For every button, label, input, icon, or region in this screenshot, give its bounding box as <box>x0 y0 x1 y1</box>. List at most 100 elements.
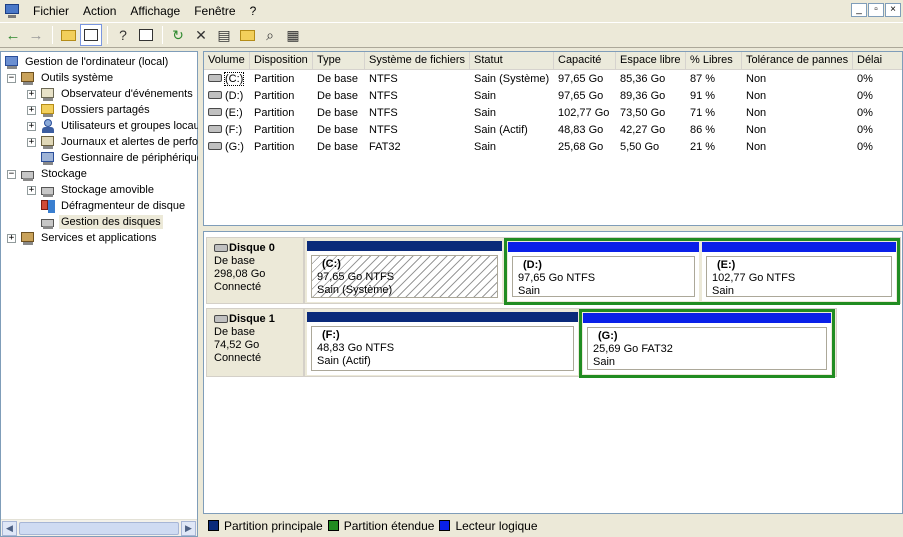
volume-cell: (D:) <box>204 88 250 105</box>
forward-icon[interactable]: → <box>25 24 47 46</box>
drive-icon <box>208 125 222 134</box>
shared-folder-icon <box>40 102 56 118</box>
table-row[interactable]: (G:) Partition De base FAT32 Sain 25,68 … <box>204 139 902 156</box>
column-header-delai[interactable]: Délai <box>853 52 902 70</box>
partition-size: 48,83 Go NTFS <box>317 342 395 354</box>
type-cell: De base <box>317 107 358 119</box>
toolbar-separator <box>52 26 53 44</box>
scroll-right-icon[interactable]: ▶ <box>181 521 196 536</box>
partition-g[interactable]: (G:) 25,69 Go FAT32 Sain <box>583 313 831 374</box>
tree-label: Gestion de l'ordinateur (local) <box>25 56 169 68</box>
table-row[interactable]: (D:) Partition De base NTFS Sain 97,65 G… <box>204 88 902 105</box>
expand-icon[interactable]: + <box>27 121 36 131</box>
tree-label: Services et applications <box>41 232 157 244</box>
column-header-filesystem[interactable]: Système de fichiers <box>365 52 470 70</box>
computer-management-icon[interactable] <box>4 3 20 19</box>
partition-status: Sain (Système) <box>317 284 393 296</box>
tree-item-root[interactable]: Gestion de l'ordinateur (local) <box>4 54 170 70</box>
expand-icon[interactable]: + <box>7 233 16 243</box>
statut-cell: Sain (Actif) <box>474 124 528 136</box>
partition-d[interactable]: (D:) 97,65 Go NTFS Sain <box>508 242 699 301</box>
delai-cell: 0% <box>857 73 873 85</box>
tree-item-stockage[interactable]: − Stockage <box>7 166 89 182</box>
expand-icon[interactable]: + <box>27 185 36 195</box>
defrag-icon <box>40 198 56 214</box>
column-header-disposition[interactable]: Disposition <box>250 52 313 70</box>
disk-row: Disque 1 De base 74,52 Go Connecté (F:) … <box>204 308 902 378</box>
column-header-type[interactable]: Type <box>313 52 365 70</box>
menu-help[interactable]: ? <box>243 2 264 20</box>
partition-status: Sain <box>518 285 541 297</box>
column-header-capacite[interactable]: Capacité <box>554 52 616 70</box>
tree-item-observateur[interactable]: + Observateur d'événements <box>27 86 195 102</box>
column-header-statut[interactable]: Statut <box>470 52 554 70</box>
close-button[interactable]: × <box>885 3 901 17</box>
tree-item-dossiers-partages[interactable]: + Dossiers partagés <box>27 102 152 118</box>
export-icon[interactable]: ▤ <box>213 24 235 46</box>
statut-cell: Sain (Système) <box>474 73 550 85</box>
menu-fenetre[interactable]: Fenêtre <box>187 2 242 20</box>
expand-icon[interactable]: + <box>27 137 36 147</box>
disk-properties-icon[interactable]: ▦ <box>282 24 304 46</box>
delai-cell: 0% <box>857 141 873 153</box>
tree-horizontal-scrollbar[interactable]: ◀ ▶ <box>1 519 197 536</box>
disk-info-panel[interactable]: Disque 1 De base 74,52 Go Connecté <box>206 308 304 377</box>
tree-item-services[interactable]: + Services et applications <box>7 230 159 246</box>
menu-affichage[interactable]: Affichage <box>123 2 187 20</box>
tree-item-defragmenteur[interactable]: Défragmenteur de disque <box>27 198 187 214</box>
tree-item-gestionnaire[interactable]: Gestionnaire de périphériques <box>27 150 210 166</box>
tree-item-stockage-amovible[interactable]: + Stockage amovible <box>27 182 156 198</box>
tree-item-outils-systeme[interactable]: − Outils système <box>7 70 115 86</box>
capacite-cell: 25,68 Go <box>558 141 604 153</box>
pct-libres-cell: 87 % <box>690 73 716 85</box>
disk-info-panel[interactable]: Disque 0 De base 298,08 Go Connecté <box>206 237 304 304</box>
collapse-icon[interactable]: − <box>7 73 16 83</box>
pct-libres-cell: 86 % <box>690 124 716 136</box>
statut-cell: Sain <box>474 107 497 119</box>
column-header-volume[interactable]: Volume <box>204 52 250 70</box>
drive-icon <box>208 74 222 83</box>
scroll-left-icon[interactable]: ◀ <box>2 521 17 536</box>
toolbar: ← → ? ↻ ✕ ▤ ⌕ ▦ <box>0 22 903 48</box>
back-icon[interactable]: ← <box>2 24 24 46</box>
performance-logs-icon <box>40 134 56 150</box>
restore-button[interactable]: ▫ <box>868 3 884 17</box>
tree-label: Outils système <box>41 72 114 84</box>
table-row[interactable]: (F:) Partition De base NTFS Sain (Actif)… <box>204 122 902 139</box>
tree-label: Dossiers partagés <box>61 104 150 116</box>
expand-icon[interactable]: + <box>27 105 36 115</box>
minimize-button[interactable]: _ <box>851 3 867 17</box>
collapse-icon[interactable]: − <box>7 169 16 179</box>
tolerance-cell: Non <box>746 73 767 85</box>
up-folder-icon[interactable] <box>57 24 79 46</box>
tree-item-gestion-disques[interactable]: Gestion des disques <box>27 214 163 230</box>
scroll-thumb[interactable] <box>19 522 179 535</box>
properties-icon[interactable] <box>135 24 157 46</box>
users-icon <box>40 118 56 134</box>
help-icon[interactable]: ? <box>112 24 134 46</box>
menu-fichier[interactable]: Fichier <box>26 2 76 20</box>
table-row[interactable]: (E:) Partition De base NTFS Sain 102,77 … <box>204 105 902 122</box>
tree-item-utilisateurs[interactable]: + Utilisateurs et groupes locaux <box>27 118 207 134</box>
partition-size: 102,77 Go NTFS <box>712 272 796 284</box>
partition-f[interactable]: (F:) 48,83 Go NTFS Sain (Actif) <box>307 312 578 375</box>
disk-type: De base <box>214 255 255 267</box>
column-header-tolerance[interactable]: Tolérance de pannes <box>742 52 853 70</box>
show-hide-tree-icon[interactable] <box>80 24 102 46</box>
partition-c[interactable]: (C:) 97,65 Go NTFS Sain (Système) <box>307 241 502 302</box>
table-row[interactable]: (C:) Partition De base NTFS Sain (Systèm… <box>204 71 902 88</box>
disk-partition-map: (F:) 48,83 Go NTFS Sain (Actif) (G:) 25,… <box>304 308 837 378</box>
statut-cell: Sain <box>474 90 497 102</box>
menu-action[interactable]: Action <box>76 2 123 20</box>
column-header-espace-libre[interactable]: Espace libre <box>616 52 686 70</box>
column-header-pct-libres[interactable]: % Libres <box>686 52 742 70</box>
logical-drive-bar <box>702 242 896 252</box>
search-icon[interactable]: ⌕ <box>259 24 281 46</box>
expand-icon[interactable]: + <box>27 89 36 99</box>
legend-label: Partition étendue <box>343 518 435 533</box>
open-icon[interactable] <box>236 24 258 46</box>
partition-e[interactable]: (E:) 102,77 Go NTFS Sain <box>702 242 896 301</box>
delete-icon[interactable]: ✕ <box>190 24 212 46</box>
primary-partition-bar <box>307 312 578 322</box>
refresh-icon[interactable]: ↻ <box>167 24 189 46</box>
